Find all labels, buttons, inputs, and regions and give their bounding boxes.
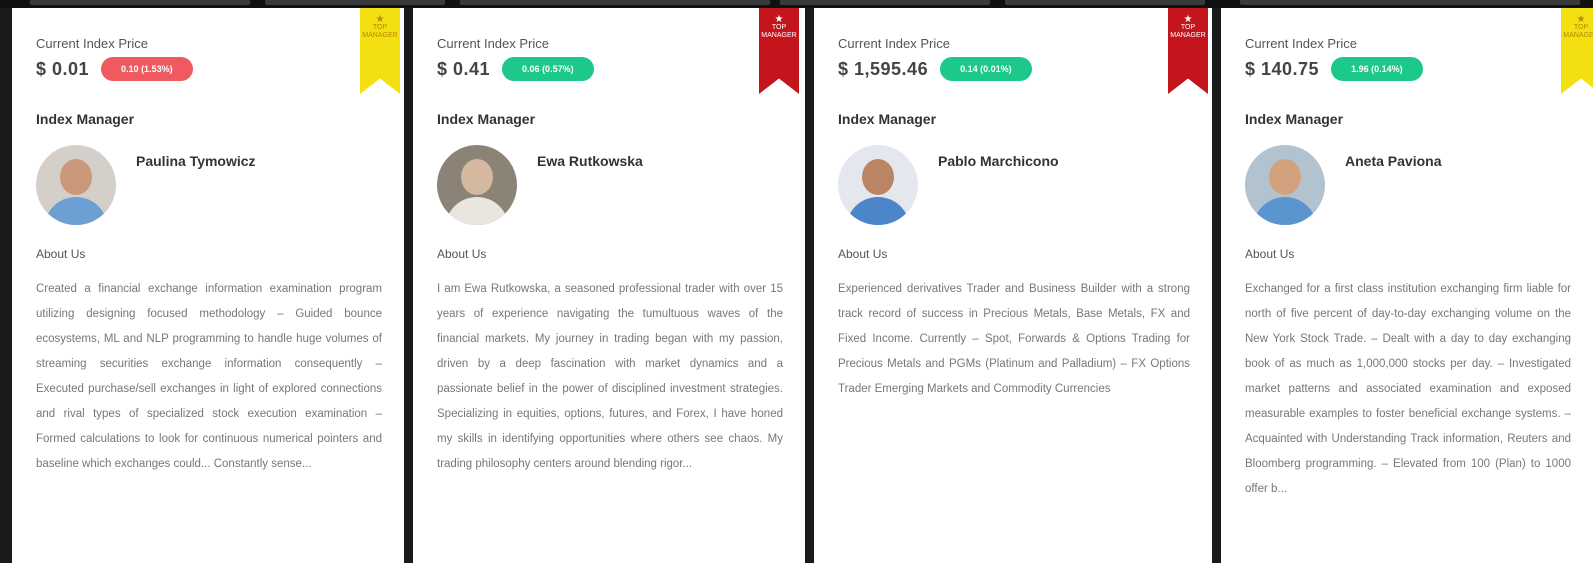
manager-name[interactable]: Paulina Tymowicz xyxy=(136,153,256,225)
index-manager-heading: Index Manager xyxy=(437,111,536,127)
top-manager-ribbon: ★ TOP MANAGER xyxy=(360,8,400,94)
star-icon: ★ xyxy=(774,14,784,25)
star-icon: ★ xyxy=(1183,14,1193,25)
price-label: Current Index Price xyxy=(1245,36,1357,51)
about-text: I am Ewa Rutkowska, a seasoned professio… xyxy=(437,283,783,470)
about-text: Experienced derivatives Trader and Busin… xyxy=(838,283,1190,395)
about-us-label: About Us xyxy=(437,247,487,261)
avatar[interactable] xyxy=(838,145,918,225)
top-manager-ribbon: ★ TOP MANAGER xyxy=(1561,8,1593,94)
price-change-badge: 0.14 (0.01%) xyxy=(940,57,1032,81)
star-icon: ★ xyxy=(1576,14,1586,25)
index-manager-heading: Index Manager xyxy=(36,111,135,127)
index-card-list: ★ TOP MANAGER Current Index Price $ 0.01… xyxy=(0,0,1593,563)
index-price: $ 1,595.46 xyxy=(838,58,929,79)
star-icon: ★ xyxy=(375,14,385,25)
top-manager-ribbon: ★ TOP MANAGER xyxy=(759,8,799,94)
about-us-label: About Us xyxy=(36,247,86,261)
manager-name[interactable]: Aneta Paviona xyxy=(1345,153,1441,225)
index-manager-heading: Index Manager xyxy=(1245,111,1344,127)
price-change-badge: 0.10 (1.53%) xyxy=(101,57,193,81)
index-card[interactable]: ★ TOP MANAGER Current Index Price $ 0.41… xyxy=(413,8,805,563)
index-price: $ 0.01 xyxy=(36,58,90,79)
price-label: Current Index Price xyxy=(838,36,950,51)
about-text: Exchanged for a first class institution … xyxy=(1245,283,1571,495)
avatar[interactable] xyxy=(1245,145,1325,225)
price-change-badge: 1.96 (0.14%) xyxy=(1331,57,1423,81)
index-price: $ 0.41 xyxy=(437,58,491,79)
index-manager-heading: Index Manager xyxy=(838,111,937,127)
index-card[interactable]: ★ TOP MANAGER Current Index Price $ 0.01… xyxy=(12,8,404,563)
price-label: Current Index Price xyxy=(36,36,148,51)
manager-name[interactable]: Pablo Marchicono xyxy=(938,153,1059,225)
about-us-label: About Us xyxy=(1245,247,1295,261)
avatar[interactable] xyxy=(36,145,116,225)
price-label: Current Index Price xyxy=(437,36,549,51)
manager-name[interactable]: Ewa Rutkowska xyxy=(537,153,643,225)
index-card[interactable]: ★ TOP MANAGER Current Index Price $ 140.… xyxy=(1221,8,1593,563)
top-manager-ribbon: ★ TOP MANAGER xyxy=(1168,8,1208,94)
index-card[interactable]: ★ TOP MANAGER Current Index Price $ 1,59… xyxy=(814,8,1212,563)
price-change-badge: 0.06 (0.57%) xyxy=(502,57,594,81)
avatar[interactable] xyxy=(437,145,517,225)
index-price: $ 140.75 xyxy=(1245,58,1320,79)
about-text: Created a financial exchange information… xyxy=(36,283,382,470)
about-us-label: About Us xyxy=(838,247,888,261)
